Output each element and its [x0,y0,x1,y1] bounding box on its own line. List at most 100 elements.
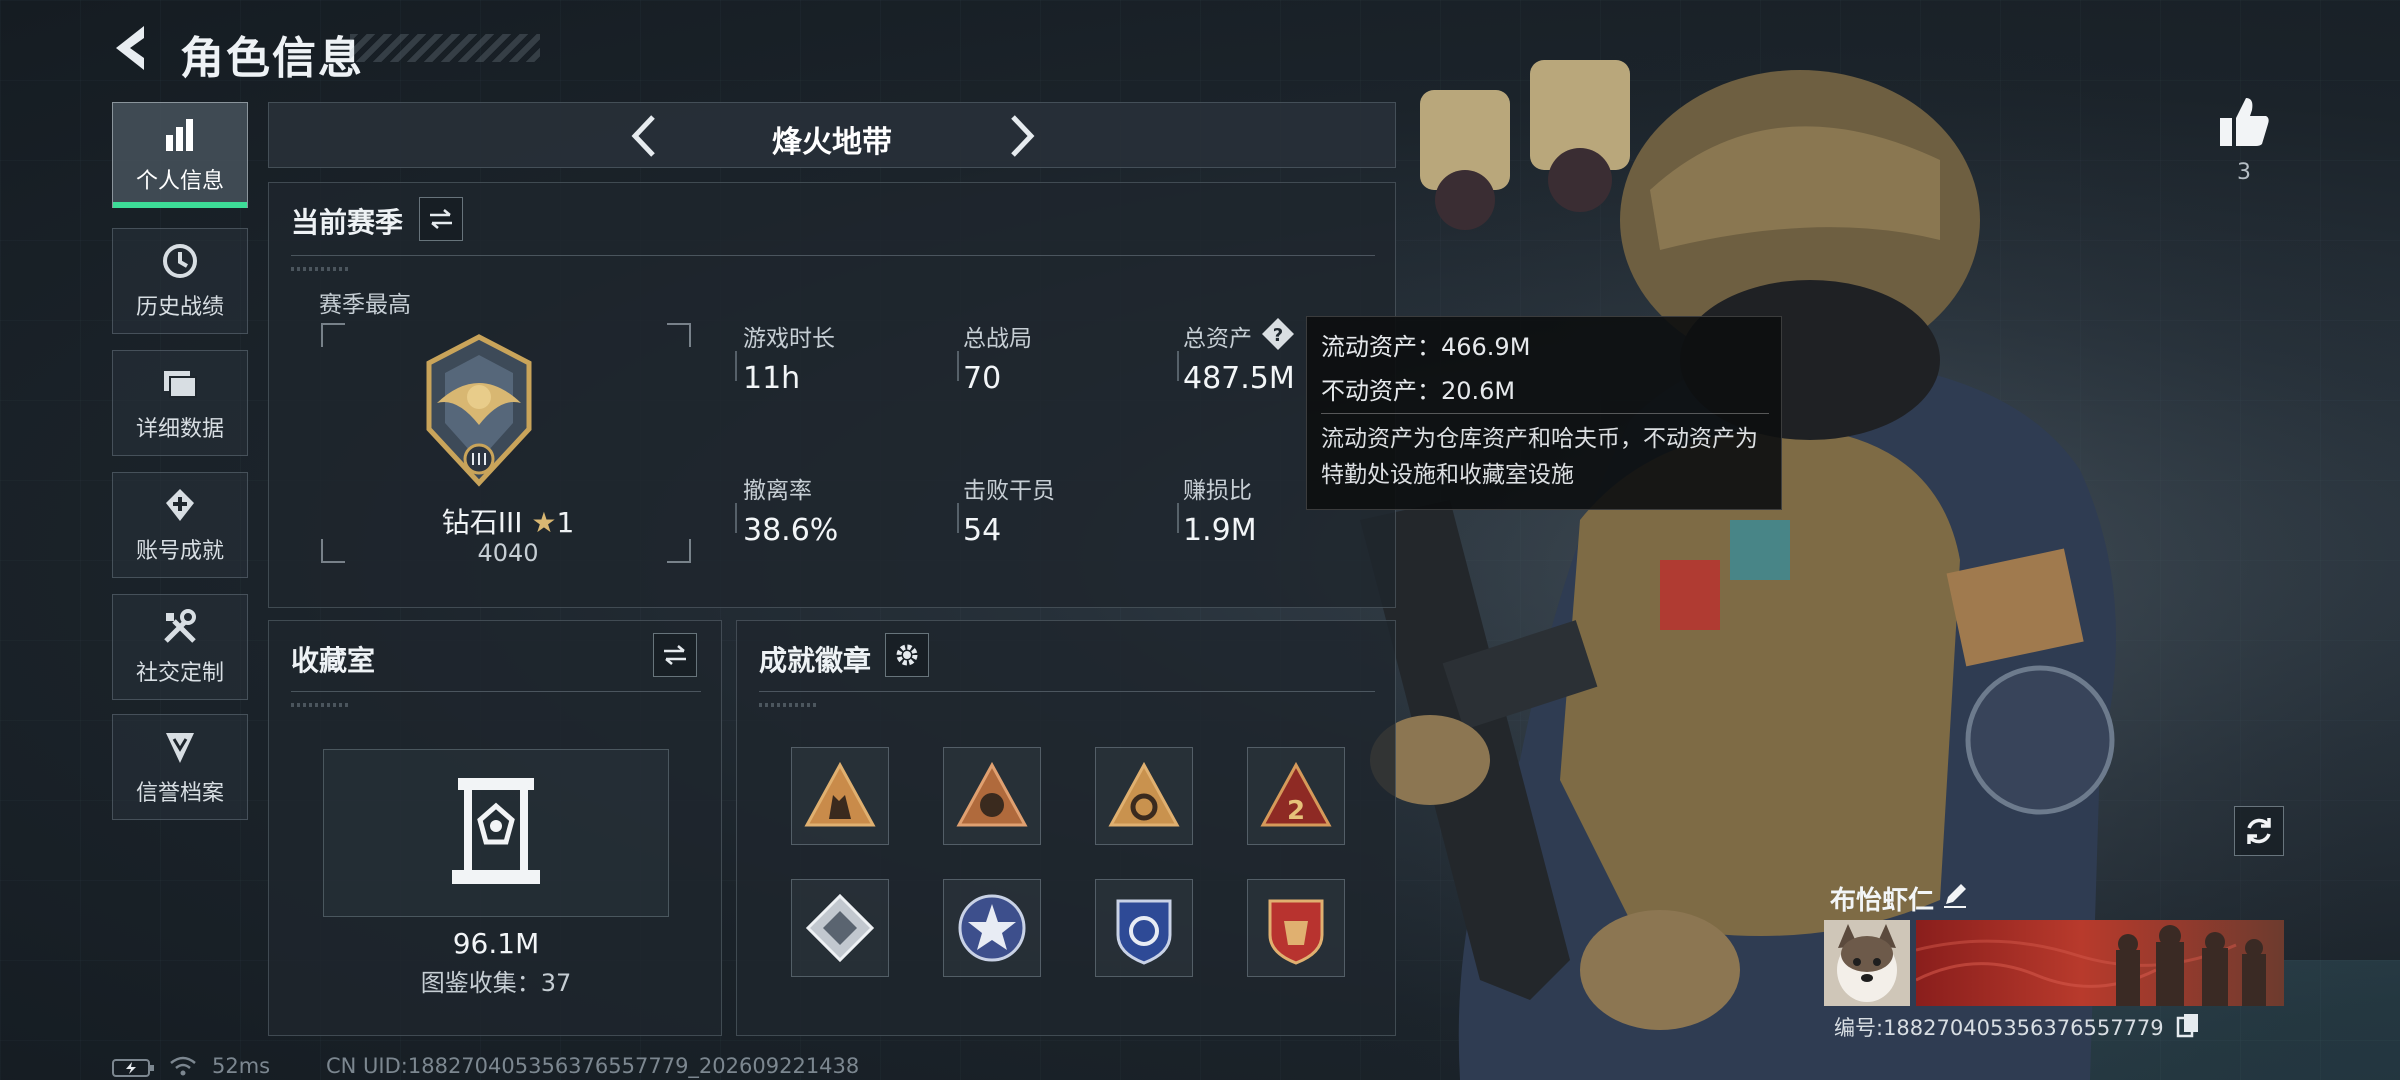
stat-label: 击败干员 [963,478,1055,504]
rank-name: 钻石III [441,506,523,539]
fixed-assets: 不动资产：20.6M [1321,377,1516,405]
like-count: 3 [2237,160,2251,185]
sidebar-item-label: 个人信息 [135,169,224,194]
copy-icon [2176,1014,2198,1038]
page-title: 角色信息 [180,33,364,84]
screen: 角色信息 个人信息 历史战绩 详细数据 账号成就 社交定制 信誉档案 烽火地带 … [0,0,2400,1080]
achievement-badge[interactable]: 2 [1247,747,1345,845]
stat-value: 38.6% [743,513,839,548]
display-case-icon [452,778,540,884]
red-shield-badge-icon [1268,899,1324,965]
sidebar-item-personal-info[interactable]: 个人信息 [112,102,248,208]
battery-icon [112,1059,154,1077]
rank-score: 4040 [477,539,539,567]
wifi-icon [170,1056,196,1076]
asset-help-button[interactable]: ? [1261,317,1295,351]
stat-value: 70 [963,361,1002,396]
achievement-badge[interactable] [943,747,1041,845]
like-button[interactable] [2214,92,2274,152]
collection-value: 96.1M [452,927,540,960]
ping-value: 52ms [212,1054,271,1078]
achievement-badge[interactable] [791,879,889,977]
sidebar-item-label: 社交定制 [135,661,224,686]
rank-stars: 1 [556,506,575,539]
stat-value: 1.9M [1183,513,1257,548]
asset-description: 流动资产为仓库资产和哈夫币，不动资产为特勤处设施和收藏室设施 [1321,426,1758,488]
season-title: 当前赛季 [291,206,404,239]
mode-selector: 烽火地带 [268,102,1396,168]
achievement-badge[interactable] [1095,879,1193,977]
thumbs-up-icon [2220,98,2269,146]
star-wheel-badge-icon [958,894,1026,962]
title-decoration [350,34,540,62]
copy-id-button[interactable] [2176,1012,2200,1038]
mode-name: 烽火地带 [772,125,892,160]
achievements-settings-button[interactable] [885,633,929,677]
liquid-assets: 流动资产：466.9M [1321,333,1531,361]
stat-label: 撤离率 [743,478,812,504]
sidebar-item-label: 详细数据 [135,417,224,442]
dog-avatar-icon [1824,920,1910,1006]
achievements-panel: 成就徽章 2 [736,620,1396,1036]
rank-line: 钻石III ★1 [269,501,747,541]
stat-label: 游戏时长 [743,326,835,352]
stat-label: 总战局 [963,326,1032,352]
svg-text:?: ? [1273,325,1283,346]
diamond-badge-icon [805,893,875,963]
sidebar-item-detailed-data[interactable]: 详细数据 [112,350,248,456]
edit-name-button[interactable] [1940,880,1970,910]
stat-label: 总资产 [1183,326,1252,352]
refresh-icon [2247,818,2271,844]
player-id: 编号:1882704053563765577​79 [1834,1016,2164,1040]
achievement-badge[interactable] [791,747,889,845]
achievement-badge[interactable] [1095,747,1193,845]
stat-value: 487.5M [1183,361,1295,396]
achievement-badge[interactable] [943,879,1041,977]
rank-emblem-icon [426,334,532,487]
back-button[interactable] [108,22,156,74]
sidebar-item-social[interactable]: 社交定制 [112,594,248,700]
sidebar-item-label: 信誉档案 [135,781,224,806]
player-banner[interactable] [1916,920,2284,1006]
clock-history-icon [163,244,197,278]
sidebar-item-label: 历史战绩 [135,295,224,320]
pencil-icon [1944,884,1966,908]
gear-icon [896,644,918,666]
stat-value: 11h [743,361,801,396]
achievement-badge[interactable] [1247,879,1345,977]
question-icon: ? [1262,318,1294,350]
sidebar-item-achievements[interactable]: 账号成就 [112,472,248,578]
refresh-button[interactable] [2234,806,2284,856]
player-name: 布怡虾仁 [1830,886,1935,916]
collection-title: 收藏室 [291,644,376,677]
sidebar-item-label: 账号成就 [135,539,224,564]
avatar[interactable] [1824,920,1910,1006]
stat-value: 54 [963,513,1002,548]
collection-switch-button[interactable] [653,633,697,677]
collection-count: 图鉴收集：37 [420,969,572,997]
uid-text: CN UID:1882704053563765577​79_2026092214… [326,1054,860,1078]
season-best-label: 赛季最高 [319,292,411,318]
bar-chart-icon [166,119,193,151]
sidebar-item-reputation[interactable]: 信誉档案 [112,714,248,820]
swap-icon [664,645,686,665]
next-mode-button[interactable] [995,111,1045,161]
swap-icon [430,209,452,229]
achievements-title: 成就徽章 [759,644,872,677]
triangle-badge-gear-icon [1108,761,1180,827]
triangle-badge-soldiers-icon [804,761,876,827]
season-switch-button[interactable] [419,197,463,241]
tools-icon [164,609,196,643]
badge-cross-icon [166,489,194,521]
folder-icon [164,371,197,398]
blue-shield-badge-icon [1116,899,1172,965]
triangle-badge-fist-icon [956,761,1028,827]
rank-star-icon: ★ [531,506,557,539]
svg-text:2: 2 [1287,796,1305,826]
stat-label: 赚损比 [1183,478,1252,504]
collection-preview[interactable] [323,749,669,917]
sidebar-item-history[interactable]: 历史战绩 [112,228,248,334]
season-panel: 当前赛季 赛季最高 钻石III ★1 4040 游戏时长 11h 总战局 70 … [268,182,1396,608]
shield-crest-icon [166,733,194,763]
asset-tooltip: 流动资产：466.9M 不动资产：20.6M 流动资产为仓库资产和哈夫币，不动资… [1306,316,1782,510]
